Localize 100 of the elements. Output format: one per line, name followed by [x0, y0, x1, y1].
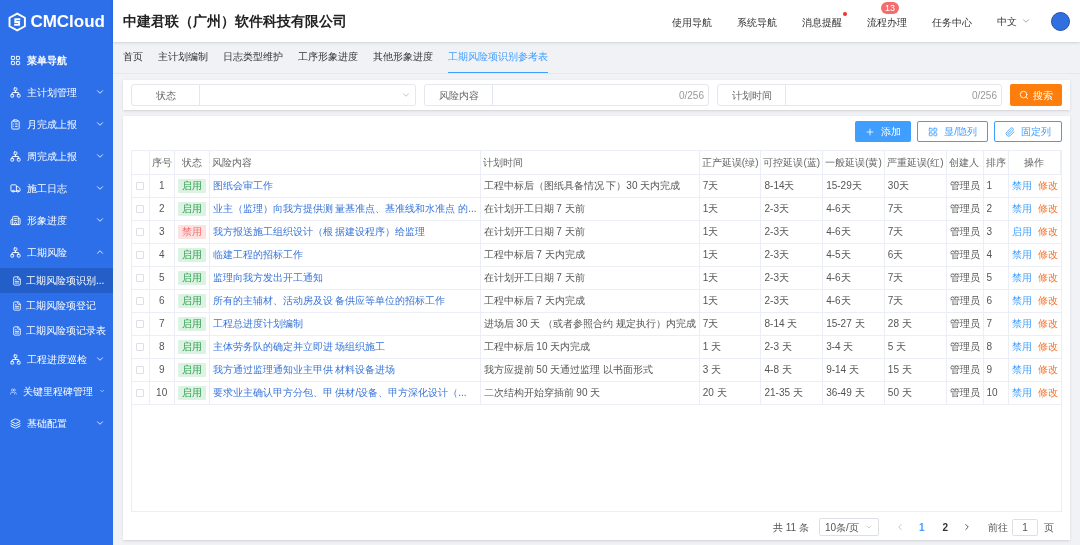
- filter-field[interactable]: 状态: [131, 84, 416, 106]
- toggle-link[interactable]: 禁用: [1011, 249, 1032, 260]
- sidebar-item[interactable]: 形象进度: [0, 204, 113, 236]
- edit-link[interactable]: 修改: [1037, 249, 1058, 260]
- network-icon: [10, 86, 21, 98]
- sidebar-item[interactable]: 施工日志: [0, 172, 113, 204]
- column-header: 创建人: [946, 151, 983, 174]
- toggle-link[interactable]: 禁用: [1011, 318, 1032, 329]
- column-header: 可控延误(蓝): [761, 151, 823, 174]
- row-checkbox[interactable]: [136, 274, 145, 283]
- edit-link[interactable]: 修改: [1037, 203, 1058, 214]
- row-checkbox[interactable]: [136, 182, 145, 191]
- top-nav-link[interactable]: 使用导航: [672, 12, 717, 30]
- row-checkbox[interactable]: [136, 366, 145, 375]
- chevron-down-icon: [95, 151, 105, 161]
- toggle-link[interactable]: 禁用: [1011, 203, 1032, 214]
- sidebar-item[interactable]: 周完成上报: [0, 140, 113, 172]
- page-number[interactable]: 1: [914, 519, 929, 535]
- page-number[interactable]: 2: [938, 519, 952, 535]
- table-cell: 7: [149, 312, 175, 335]
- sidebar-item[interactable]: 关键里程碑管理: [0, 375, 113, 407]
- toggle-link[interactable]: 禁用: [1011, 387, 1032, 398]
- toggle-link[interactable]: 禁用: [1011, 272, 1032, 283]
- toolbar-button[interactable]: 显/隐列: [917, 121, 988, 142]
- risk-link[interactable]: 要求业主确认甲方分包、甲 供材/设备、甲方深化设计（...: [209, 381, 481, 404]
- character-counter: 0/256: [678, 88, 704, 103]
- top-nav-link[interactable]: 系统导航: [737, 12, 782, 30]
- table-cell: 9: [983, 358, 1008, 381]
- table-cell: 7天: [699, 312, 761, 335]
- page-tab[interactable]: 日志类型维护: [223, 49, 283, 73]
- risk-link[interactable]: 主体劳务队的确定并立即进 场组织施工: [209, 335, 481, 358]
- document-icon: [12, 300, 22, 311]
- paperclip-icon: [1005, 126, 1015, 137]
- row-checkbox[interactable]: [136, 320, 145, 329]
- sidebar-subitem[interactable]: 工期风险项登记: [0, 293, 113, 318]
- risk-link[interactable]: 监理向我方发出开工通知: [209, 266, 481, 289]
- risk-link[interactable]: 业主（监理）向我方提供测 量基准点、基准线和水准点 的...: [209, 197, 481, 220]
- toggle-link[interactable]: 禁用: [1011, 295, 1032, 306]
- table-cell: 管理员: [946, 312, 983, 335]
- table-cell: 我方应提前 50 天通过监理 以书面形式: [480, 358, 700, 381]
- risk-link[interactable]: 所有的主辅材、活动房及设 备供应等单位的招标工作: [209, 289, 481, 312]
- clipboard-icon: [10, 118, 21, 130]
- row-checkbox[interactable]: [136, 205, 145, 214]
- avatar[interactable]: [1051, 11, 1070, 31]
- sidebar-subitem[interactable]: 工期风险项记录表: [0, 318, 113, 343]
- risk-link[interactable]: 工程总进度计划编制: [209, 312, 481, 335]
- page-tab[interactable]: 首页: [123, 49, 143, 73]
- toolbar-button[interactable]: 固定列: [994, 121, 1062, 142]
- risk-link[interactable]: 我方报送施工组织设计（根 据建设程序）给监理: [209, 220, 481, 243]
- toggle-link[interactable]: 禁用: [1011, 364, 1032, 375]
- edit-link[interactable]: 修改: [1037, 295, 1058, 306]
- page-tab[interactable]: 工序形象进度: [298, 49, 358, 73]
- page-tab[interactable]: 工期风险项识别参考表: [448, 49, 548, 73]
- table-cell: 在计划开工日期 7 天前: [480, 197, 700, 220]
- page-tab[interactable]: 其他形象进度: [373, 49, 433, 73]
- page-size-select[interactable]: 10条/页: [818, 518, 879, 536]
- goto-label: 前往: [988, 520, 1008, 535]
- edit-link[interactable]: 修改: [1037, 180, 1058, 191]
- filter-field[interactable]: 计划时间 0/256: [717, 84, 1002, 106]
- column-header: 风险内容: [209, 151, 481, 174]
- sidebar-item[interactable]: 工期风险: [0, 236, 113, 268]
- network-icon: [10, 150, 21, 162]
- top-nav-link[interactable]: 任务中心: [932, 12, 977, 30]
- search-button[interactable]: 搜索: [1010, 84, 1062, 106]
- sidebar-item[interactable]: 工程进度巡检: [0, 343, 113, 375]
- toggle-link[interactable]: 禁用: [1011, 180, 1032, 191]
- row-checkbox[interactable]: [136, 251, 145, 260]
- edit-link[interactable]: 修改: [1037, 387, 1058, 398]
- next-page-icon[interactable]: [962, 522, 972, 532]
- sidebar-item[interactable]: 菜单导航: [0, 44, 113, 76]
- top-nav-link[interactable]: 消息提醒: [802, 12, 847, 30]
- sidebar-subitem[interactable]: 工期风险项识别...: [0, 268, 113, 293]
- sidebar-item[interactable]: 基础配置: [0, 407, 113, 439]
- row-checkbox[interactable]: [136, 297, 145, 306]
- sidebar-item[interactable]: 主计划管理: [0, 76, 113, 108]
- toolbar-button[interactable]: 添加: [855, 121, 912, 142]
- sidebar-item[interactable]: 月完成上报: [0, 108, 113, 140]
- language-select[interactable]: 中文: [997, 13, 1031, 29]
- row-checkbox[interactable]: [136, 389, 145, 398]
- edit-link[interactable]: 修改: [1037, 364, 1058, 375]
- toggle-link[interactable]: 禁用: [1011, 341, 1032, 352]
- row-checkbox[interactable]: [136, 343, 145, 352]
- table-cell: 10: [983, 381, 1008, 404]
- table-cell: 5: [149, 266, 175, 289]
- table-cell: 1天: [699, 266, 761, 289]
- top-nav-link[interactable]: 流程办理: [867, 12, 912, 30]
- risk-link[interactable]: 临建工程的招标工作: [209, 243, 481, 266]
- edit-link[interactable]: 修改: [1037, 272, 1058, 283]
- goto-page-field[interactable]: 1: [1012, 518, 1038, 536]
- edit-link[interactable]: 修改: [1037, 226, 1058, 237]
- risk-link[interactable]: 我方通过监理通知业主甲供 材料设备进场: [209, 358, 481, 381]
- row-checkbox[interactable]: [136, 228, 145, 237]
- page-tab[interactable]: 主计划编制: [158, 49, 208, 73]
- edit-link[interactable]: 修改: [1037, 341, 1058, 352]
- table-cell: 管理员: [946, 174, 983, 197]
- table-cell: 进场后 30 天 （或者参照合约 规定执行）内完成: [480, 312, 700, 335]
- filter-field[interactable]: 风险内容 0/256: [424, 84, 709, 106]
- toggle-link[interactable]: 启用: [1011, 226, 1032, 237]
- edit-link[interactable]: 修改: [1037, 318, 1058, 329]
- risk-link[interactable]: 图纸会审工作: [209, 174, 481, 197]
